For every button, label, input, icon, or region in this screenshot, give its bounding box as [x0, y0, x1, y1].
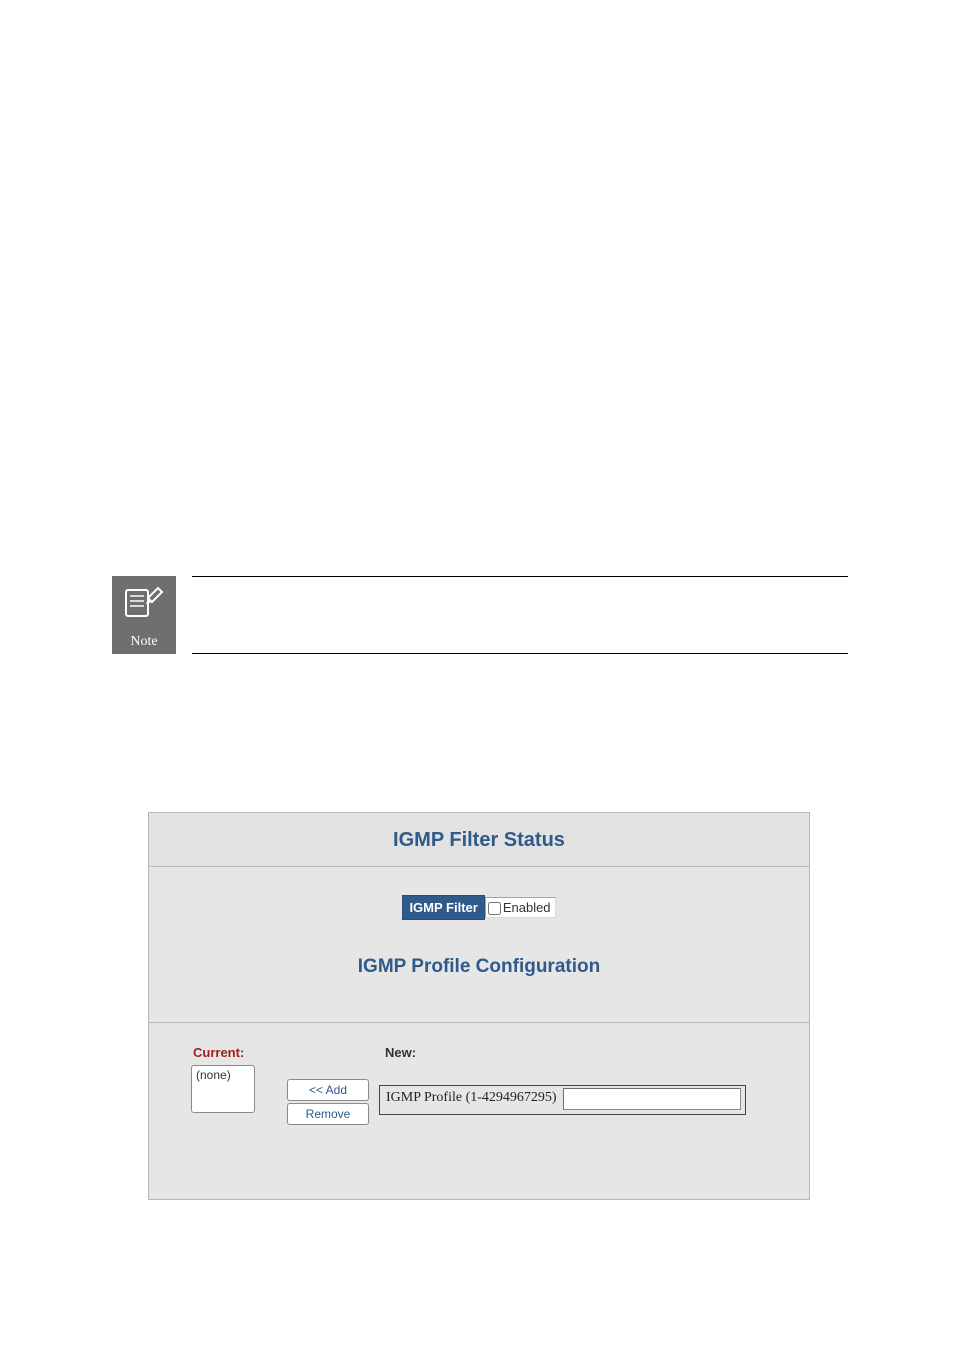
transfer-buttons: << Add Remove	[287, 1079, 369, 1125]
note-icon: Note	[112, 576, 176, 654]
remove-button[interactable]: Remove	[287, 1103, 369, 1125]
note-icon-label: Note	[130, 634, 157, 650]
igmp-filter-label: IGMP Filter	[402, 895, 484, 920]
panel-subtitle: IGMP Profile Configuration	[149, 920, 809, 988]
note-divider-top	[192, 576, 848, 577]
panel-body: IGMP Filter Enabled IGMP Profile Configur…	[149, 867, 809, 1022]
new-profile-row: IGMP Profile (1-4294967295)	[379, 1085, 746, 1115]
add-button[interactable]: << Add	[287, 1079, 369, 1101]
current-profiles-listbox[interactable]: (none)	[191, 1065, 255, 1113]
note-block: Note	[112, 576, 852, 654]
filter-row: IGMP Filter Enabled	[149, 895, 809, 920]
current-column-label: Current:	[193, 1045, 244, 1060]
note-divider-bottom	[192, 653, 848, 654]
listbox-empty-text: (none)	[196, 1068, 231, 1082]
igmp-panel: IGMP Filter Status IGMP Filter Enabled IG…	[148, 812, 810, 1200]
notepad-pencil-icon	[124, 584, 164, 620]
igmp-filter-checkbox-text: Enabled	[503, 900, 551, 915]
profile-input-label: IGMP Profile (1-4294967295)	[380, 1086, 563, 1114]
panel-title: IGMP Filter Status	[149, 813, 809, 867]
igmp-filter-checkbox-wrap: Enabled	[485, 897, 556, 918]
new-column-label: New:	[385, 1045, 416, 1060]
profile-id-input[interactable]	[563, 1088, 741, 1110]
profile-config-area: Current: New: (none) << Add Remove IGMP …	[149, 1022, 809, 1199]
igmp-filter-checkbox[interactable]	[488, 902, 501, 915]
